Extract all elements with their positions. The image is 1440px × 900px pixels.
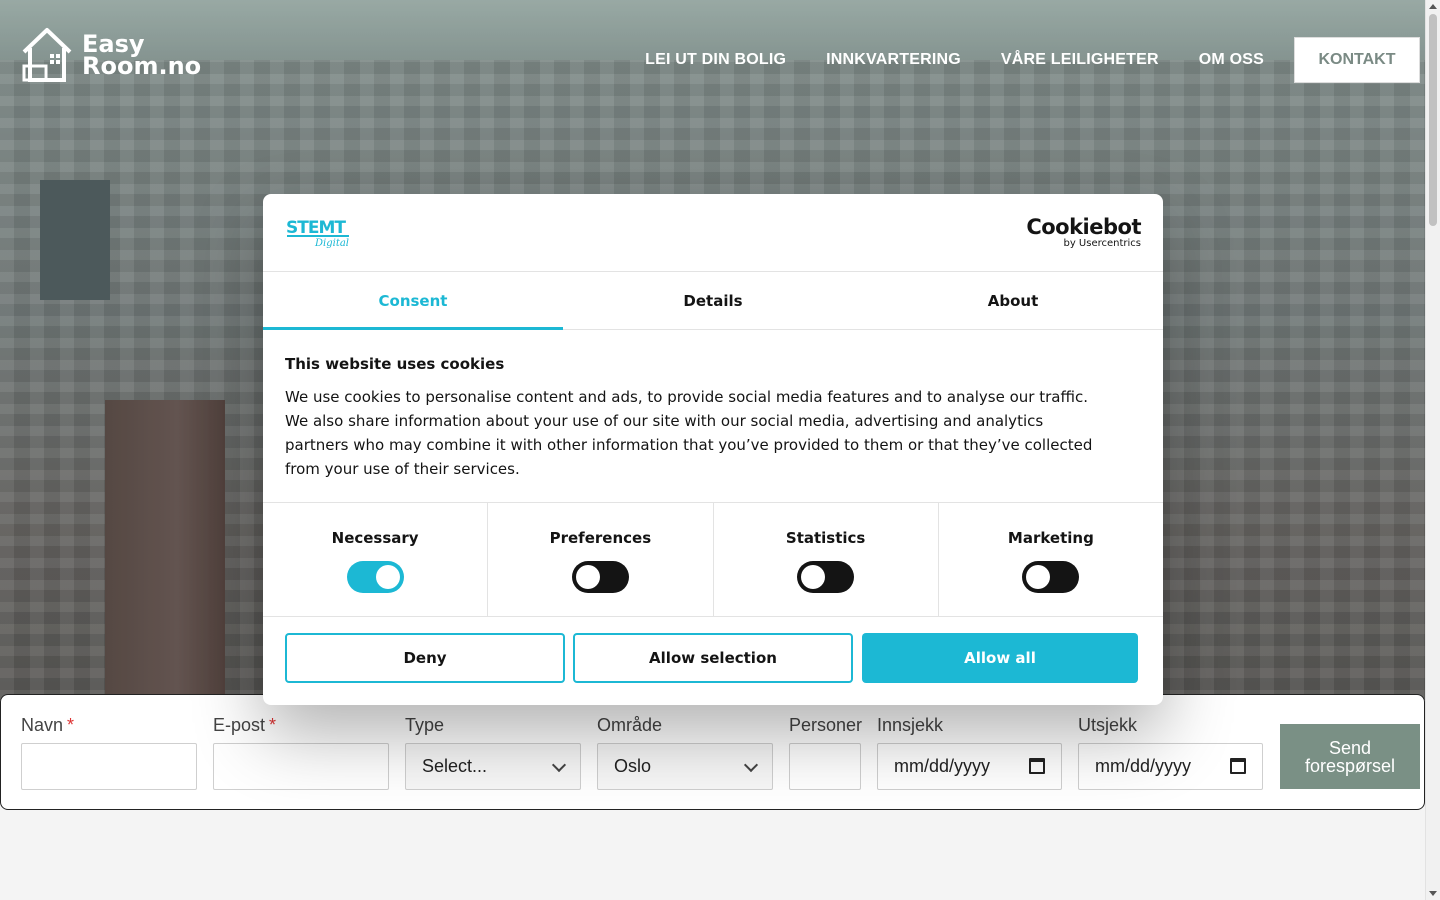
name-input[interactable] — [21, 743, 197, 790]
cookie-title: This website uses cookies — [285, 355, 505, 373]
site-logo[interactable]: Easy Room.no — [20, 26, 201, 84]
type-select-value: Select... — [422, 756, 488, 776]
scroll-up-arrow-icon[interactable] — [1429, 4, 1437, 9]
required-mark: * — [269, 715, 277, 735]
persons-label: Personer — [789, 715, 863, 735]
stemt-digital-logo: STEMT Digital — [286, 218, 349, 248]
name-field-group: Navn * — [21, 713, 197, 790]
logo-wordmark: Easy Room.no — [82, 32, 202, 80]
persons-input[interactable] — [789, 743, 861, 790]
toggle-knob — [575, 565, 600, 589]
category-label: Marketing — [1007, 529, 1094, 547]
email-label: E-post * — [213, 715, 277, 735]
cookiebot-logo[interactable]: Cookiebot by Usercentrics — [1026, 216, 1141, 249]
category-necessary: Necessary — [263, 503, 489, 616]
checkout-date-input[interactable]: mm/dd/yyyy — [1078, 743, 1263, 790]
toggle-knob — [1026, 565, 1051, 589]
kontakt-button[interactable]: KONTAKT — [1294, 37, 1420, 83]
tab-about[interactable]: About — [863, 272, 1163, 329]
marketing-toggle[interactable] — [1022, 561, 1080, 593]
cookie-description: We use cookies to personalise content an… — [285, 388, 1093, 478]
email-input[interactable] — [213, 743, 389, 790]
type-label: Type — [405, 715, 445, 735]
required-mark: * — [67, 715, 75, 735]
svg-text:Digital: Digital — [314, 238, 349, 248]
checkout-field-group: Utsjekk mm/dd/yyyy — [1078, 713, 1263, 790]
category-label: Necessary — [331, 529, 419, 547]
logo-line-2: Room.no — [82, 52, 202, 80]
page-scrollbar[interactable] — [1425, 0, 1440, 900]
nav-item-leiligheter[interactable]: VÅRE LEILIGHETER — [1001, 51, 1159, 69]
type-select[interactable]: Select... — [405, 743, 581, 790]
scroll-thumb[interactable] — [1429, 14, 1437, 226]
checkin-label: Innsjekk — [877, 715, 944, 735]
statistics-toggle[interactable] — [797, 561, 855, 593]
booking-form: Navn * E-post * Type Select... Område Oslo… — [0, 694, 1425, 810]
chevron-down-icon — [743, 757, 759, 773]
area-label: Område — [597, 715, 663, 735]
category-statistics: Statistics — [714, 503, 939, 616]
checkin-placeholder: mm/dd/yyyy — [894, 756, 991, 776]
category-marketing: Marketing — [939, 503, 1163, 616]
cookie-consent-dialog: STEMT Digital Cookiebot by Usercentrics … — [263, 194, 1163, 705]
scroll-down-arrow-icon[interactable] — [1429, 891, 1437, 896]
nav-item-om-oss[interactable]: OM OSS — [1199, 51, 1264, 69]
persons-field-group: Personer — [789, 713, 863, 790]
cookie-buttons: Deny Allow selection Allow all — [263, 617, 1163, 699]
preferences-toggle[interactable] — [571, 561, 629, 593]
checkout-placeholder: mm/dd/yyyy — [1095, 756, 1192, 776]
tab-details[interactable]: Details — [563, 272, 863, 329]
email-field-group: E-post * — [213, 713, 389, 790]
house-logo-icon — [22, 28, 72, 82]
cookie-categories: Necessary Preferences Statistics Marketi… — [263, 503, 1163, 617]
chevron-down-icon — [551, 757, 567, 773]
necessary-toggle[interactable] — [346, 561, 404, 593]
cookiebot-name: Cookiebot — [1026, 215, 1141, 239]
toggle-knob — [375, 565, 400, 589]
checkout-label: Utsjekk — [1078, 715, 1138, 735]
tab-consent[interactable]: Consent — [263, 272, 563, 330]
cookie-body: This website uses cookies We use cookies… — [263, 330, 1163, 503]
checkin-date-input[interactable]: mm/dd/yyyy — [877, 743, 1062, 790]
checkin-field-group: Innsjekk mm/dd/yyyy — [877, 713, 1062, 790]
toggle-knob — [801, 565, 826, 589]
main-nav: LEI UT DIN BOLIG INNKVARTERING VÅRE LEIL… — [645, 37, 1420, 83]
send-request-button[interactable]: Send forespørsel — [1280, 724, 1420, 789]
cookiebot-sub: by Usercentrics — [1063, 238, 1141, 249]
category-preferences: Preferences — [488, 503, 714, 616]
deny-button[interactable]: Deny — [285, 633, 565, 683]
area-select-value: Oslo — [614, 756, 652, 776]
calendar-icon[interactable] — [1029, 758, 1045, 774]
area-field-group: Område Oslo — [597, 713, 773, 790]
category-label: Statistics — [785, 529, 866, 547]
nav-item-lei-ut[interactable]: LEI UT DIN BOLIG — [645, 51, 786, 69]
type-field-group: Type Select... — [405, 713, 581, 790]
category-label: Preferences — [549, 529, 652, 547]
area-select[interactable]: Oslo — [597, 743, 773, 790]
calendar-icon[interactable] — [1230, 758, 1246, 774]
allow-selection-button[interactable]: Allow selection — [573, 633, 853, 683]
cookie-tabs: Consent Details About — [263, 272, 1163, 330]
nav-item-innkvartering[interactable]: INNKVARTERING — [826, 51, 961, 69]
cookie-dialog-header: STEMT Digital Cookiebot by Usercentrics — [263, 194, 1163, 272]
allow-all-button[interactable]: Allow all — [862, 633, 1138, 683]
name-label: Navn * — [21, 715, 75, 735]
